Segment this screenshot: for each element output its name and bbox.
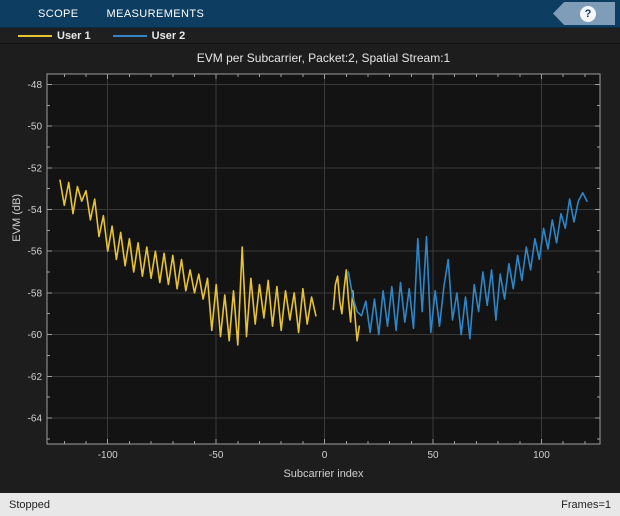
legend-label-user1: User 1 xyxy=(57,29,91,42)
svg-text:-62: -62 xyxy=(28,372,43,383)
svg-text:50: 50 xyxy=(427,450,439,461)
svg-text:-48: -48 xyxy=(28,80,43,91)
tab-scope[interactable]: SCOPE xyxy=(24,0,93,27)
tab-measurements[interactable]: MEASUREMENTS xyxy=(93,0,219,27)
y-axis-label: EVM (dB) xyxy=(11,194,23,242)
svg-text:0: 0 xyxy=(322,450,328,461)
help-button[interactable]: ? xyxy=(553,2,615,25)
plot-area[interactable]: -100 -50 0 50 100 -48 -50 -52 -54 -56 -58 -60 -62 -64 xyxy=(0,44,620,493)
user2-line-swatch xyxy=(112,34,147,37)
help-icon: ? xyxy=(580,5,596,22)
svg-text:-52: -52 xyxy=(28,163,43,174)
plot-panel: -100 -50 0 50 100 -48 -50 -52 -54 -56 -58 -60 -62 -64… xyxy=(0,44,620,493)
svg-text:-50: -50 xyxy=(28,122,43,133)
svg-text:-54: -54 xyxy=(28,205,43,216)
svg-text:-100: -100 xyxy=(98,450,118,461)
status-text: Stopped xyxy=(9,498,50,511)
legend-label-user2: User 2 xyxy=(151,29,186,42)
x-axis-label: Subcarrier index xyxy=(283,468,364,480)
svg-text:-50: -50 xyxy=(209,450,224,461)
frames-counter: Frames=1 xyxy=(561,498,611,511)
svg-text:-56: -56 xyxy=(28,247,43,258)
scope-window: SCOPE MEASUREMENTS ? User 1 User 2 -100-… xyxy=(0,0,620,516)
legend-item-user1[interactable]: User 1 xyxy=(18,30,91,42)
legend-bar: User 1 User 2 xyxy=(0,28,620,44)
toolstrip: SCOPE MEASUREMENTS ? xyxy=(0,0,620,28)
svg-text:-60: -60 xyxy=(28,330,43,341)
user1-line-swatch xyxy=(18,34,52,37)
plot-title: EVM per Subcarrier, Packet:2, Spatial St… xyxy=(196,51,451,65)
svg-text:-64: -64 xyxy=(28,413,43,424)
status-bar: Stopped Frames=1 xyxy=(0,493,620,516)
svg-text:-58: -58 xyxy=(28,288,43,299)
legend-item-user2[interactable]: User 2 xyxy=(112,29,186,42)
svg-text:100: 100 xyxy=(533,450,550,461)
